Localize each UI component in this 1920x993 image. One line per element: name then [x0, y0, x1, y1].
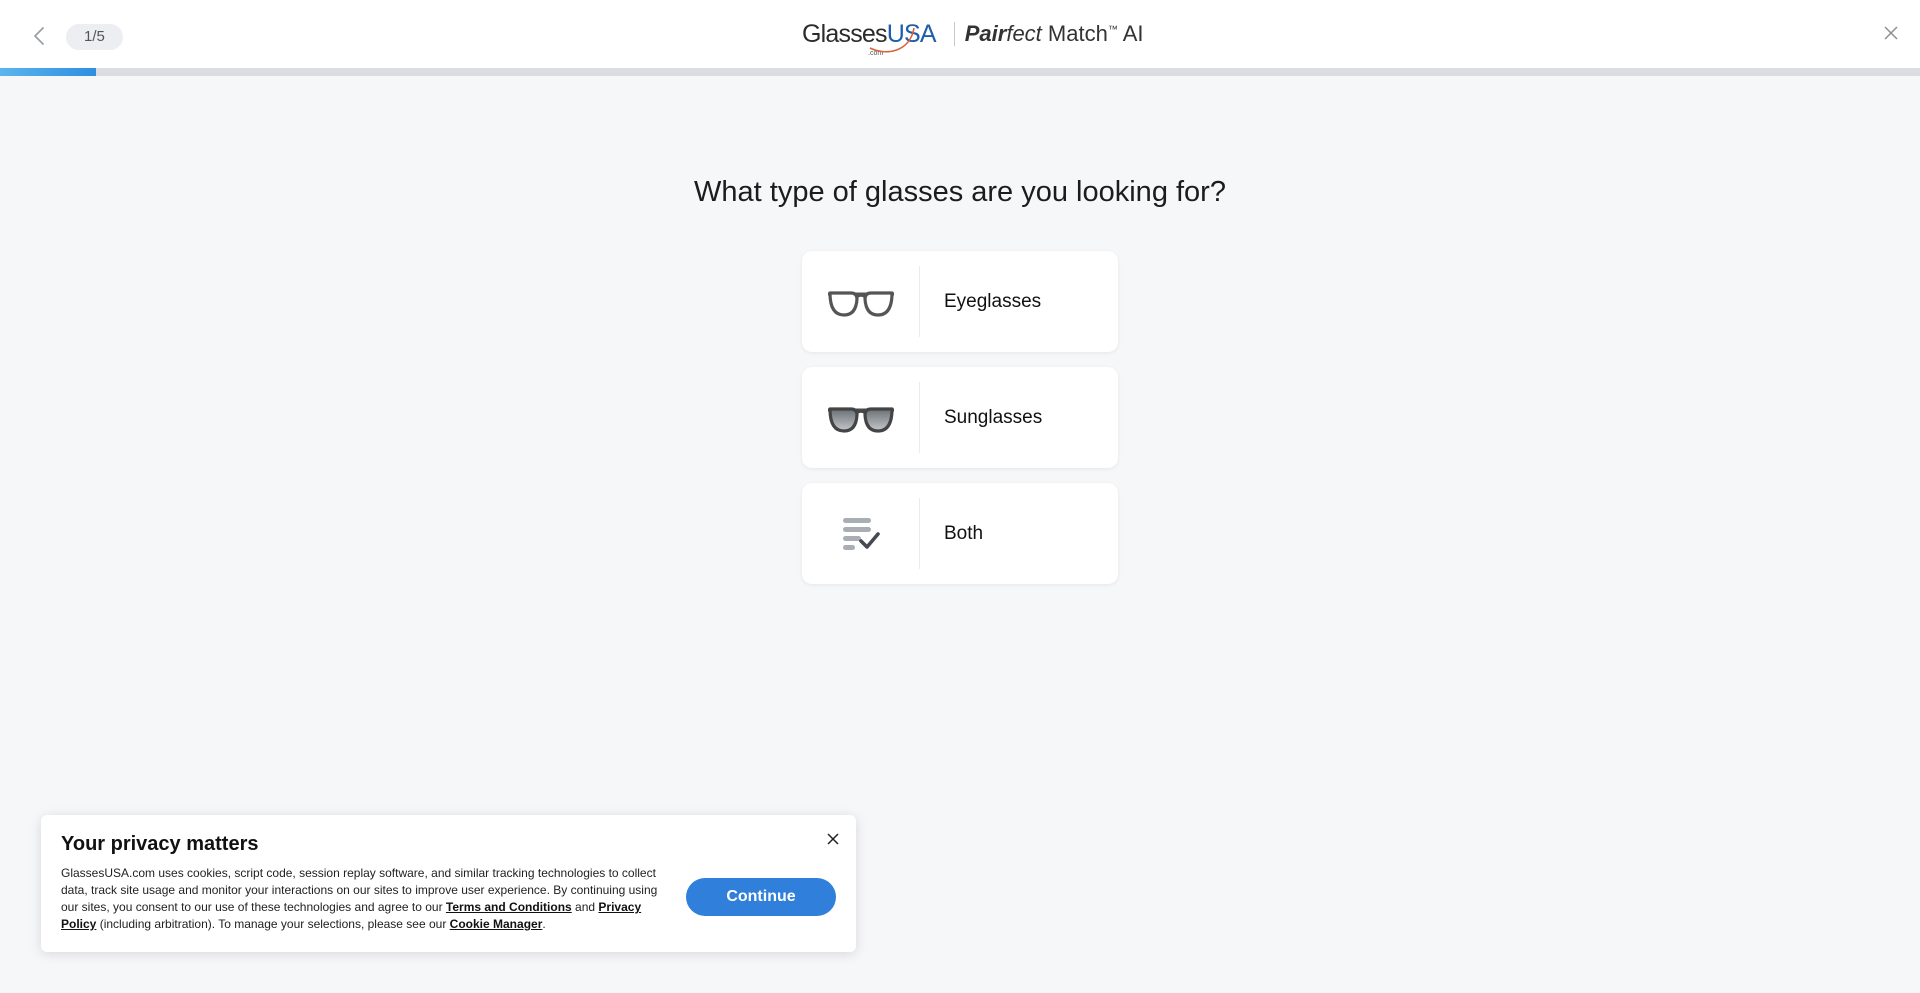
option-icon-wrap [802, 266, 920, 337]
privacy-close-button[interactable] [825, 831, 841, 847]
pairfect-match: Match [1041, 21, 1108, 46]
pairfect-match-title: Pairfect Match™ AI [965, 21, 1144, 47]
list-check-icon [842, 517, 880, 550]
privacy-text: GlassesUSA.com uses cookies, script code… [61, 865, 661, 933]
cookie-manager-link[interactable]: Cookie Manager [450, 917, 543, 931]
question-title: What type of glasses are you looking for… [694, 176, 1226, 208]
privacy-text-part: and [571, 900, 599, 914]
sunglasses-icon [827, 406, 894, 433]
option-label: Eyeglasses [944, 290, 1042, 312]
step-counter: 1/5 [66, 24, 123, 50]
option-label: Sunglasses [944, 406, 1043, 428]
option-sunglasses[interactable]: Sunglasses [802, 367, 1118, 468]
brand-divider [953, 22, 955, 46]
close-button[interactable] [1880, 22, 1902, 44]
progress-bar [0, 68, 1920, 76]
pairfect-ai: AI [1117, 21, 1144, 46]
top-bar: 1/5 Glasses USA .com Pairfect Match™ AI [0, 0, 1920, 68]
privacy-title: Your privacy matters [61, 833, 259, 855]
privacy-text-part: . [542, 917, 546, 931]
privacy-banner: Your privacy matters GlassesUSA.com uses… [41, 815, 856, 952]
option-eyeglasses[interactable]: Eyeglasses [802, 251, 1118, 352]
terms-link[interactable]: Terms and Conditions [446, 900, 572, 914]
back-button[interactable] [28, 24, 50, 48]
option-both[interactable]: Both [802, 483, 1118, 584]
close-icon [827, 833, 839, 845]
pairfect-fect: fect [1006, 21, 1042, 46]
brand-header: Glasses USA .com Pairfect Match™ AI [802, 14, 1144, 57]
eyeglasses-icon [827, 290, 894, 317]
option-icon-wrap [802, 498, 920, 569]
close-icon [1884, 26, 1898, 40]
glassesusa-logo: Glasses USA .com [802, 20, 937, 57]
privacy-text-part: (including arbitration). To manage your … [96, 917, 450, 931]
continue-button[interactable]: Continue [686, 878, 836, 916]
option-label: Both [944, 522, 984, 544]
pairfect-tm: ™ [1107, 24, 1118, 36]
progress-fill [0, 68, 96, 76]
chevron-left-icon [34, 27, 44, 45]
pairfect-pair: Pair [964, 21, 1007, 46]
logo-swoosh-icon [869, 27, 915, 53]
option-icon-wrap [802, 382, 920, 453]
